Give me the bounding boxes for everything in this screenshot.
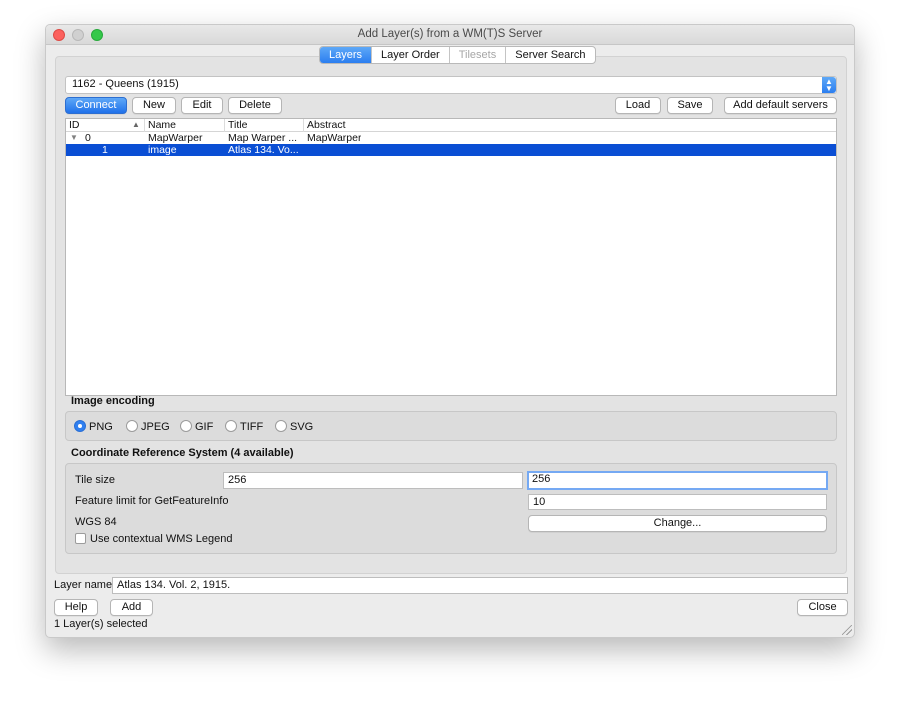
checkbox-icon[interactable] — [75, 533, 86, 544]
close-button[interactable]: Close — [797, 599, 848, 616]
contextual-legend-checkbox[interactable]: Use contextual WMS Legend — [75, 533, 232, 545]
chevron-updown-icon[interactable]: ▲ ▼ — [822, 77, 836, 93]
radio-unselected-icon — [180, 420, 192, 432]
crs-label: Coordinate Reference System (4 available… — [71, 447, 294, 459]
radio-selected-icon — [74, 420, 86, 432]
tab-bar: Layers Layer Order Tilesets Server Searc… — [319, 46, 596, 64]
column-header-title[interactable]: Title — [225, 119, 304, 132]
tab-server-search[interactable]: Server Search — [506, 47, 594, 63]
radio-jpeg[interactable]: JPEG — [126, 420, 170, 434]
radio-gif[interactable]: GIF — [180, 420, 213, 434]
sort-ascending-icon: ▲ — [132, 120, 140, 129]
feature-limit-field[interactable]: 10 — [528, 494, 827, 510]
status-text: 1 Layer(s) selected — [54, 618, 148, 630]
disclosure-triangle-icon[interactable]: ▼ — [70, 132, 78, 144]
tab-layer-order[interactable]: Layer Order — [372, 47, 450, 63]
dialog-window: Add Layer(s) from a WM(T)S Server Layers… — [45, 24, 855, 638]
save-button[interactable]: Save — [667, 97, 713, 114]
tile-width-field[interactable]: 256 — [223, 472, 523, 489]
layer-name-label: Layer name — [54, 579, 113, 591]
change-crs-button[interactable]: Change... — [528, 515, 827, 532]
layer-tree[interactable]: ID ▲ Name Title Abstract ▼ 0 MapWarper M… — [65, 118, 837, 396]
radio-unselected-icon — [126, 420, 138, 432]
radio-unselected-icon — [275, 420, 287, 432]
column-header-id[interactable]: ID ▲ — [66, 119, 145, 132]
connection-select[interactable]: 1162 - Queens (1915) ▲ ▼ — [65, 76, 837, 94]
tile-height-field[interactable]: 256 — [527, 471, 828, 490]
tab-tilesets: Tilesets — [450, 47, 507, 63]
edit-button[interactable]: Edit — [181, 97, 223, 114]
tab-layers[interactable]: Layers — [320, 47, 373, 63]
image-encoding-label: Image encoding — [71, 395, 155, 407]
feature-limit-label: Feature limit for GetFeatureInfo — [75, 495, 229, 507]
load-button[interactable]: Load — [615, 97, 661, 114]
table-row-selected[interactable]: 1 image Atlas 134. Vo... — [66, 144, 836, 156]
radio-svg[interactable]: SVG — [275, 420, 313, 434]
table-header: ID ▲ Name Title Abstract — [66, 119, 836, 132]
window-title: Add Layer(s) from a WM(T)S Server — [357, 28, 543, 40]
add-button[interactable]: Add — [110, 599, 153, 616]
radio-png[interactable]: PNG — [74, 420, 113, 434]
new-button[interactable]: New — [132, 97, 176, 114]
connection-select-value: 1162 - Queens (1915) — [72, 78, 179, 90]
crs-name: WGS 84 — [75, 516, 117, 528]
tile-size-label: Tile size — [75, 474, 115, 486]
column-header-abstract[interactable]: Abstract — [304, 119, 836, 132]
connect-button[interactable]: Connect — [65, 97, 127, 114]
layer-name-field[interactable]: Atlas 134. Vol. 2, 1915. — [112, 577, 848, 594]
radio-unselected-icon — [225, 420, 237, 432]
radio-tiff[interactable]: TIFF — [225, 420, 263, 434]
column-header-name[interactable]: Name — [145, 119, 225, 132]
table-row[interactable]: ▼ 0 MapWarper Map Warper ... MapWarper — [66, 132, 836, 144]
title-bar: Add Layer(s) from a WM(T)S Server — [46, 25, 854, 45]
help-button[interactable]: Help — [54, 599, 98, 616]
delete-button[interactable]: Delete — [228, 97, 282, 114]
add-default-servers-button[interactable]: Add default servers — [724, 97, 837, 114]
resize-grip-icon[interactable] — [842, 625, 852, 635]
